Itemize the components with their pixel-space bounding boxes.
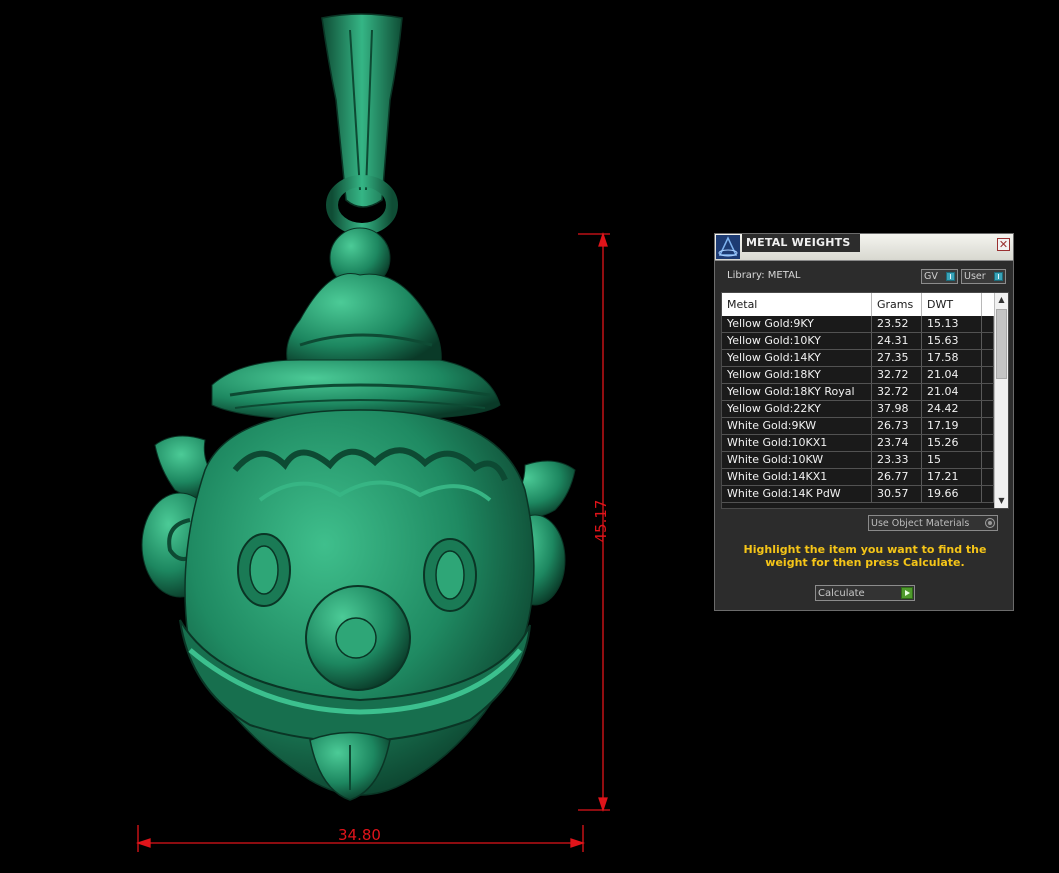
cell-metal: White Gold:10KX1	[722, 435, 872, 451]
toggle-indicator-icon	[994, 272, 1003, 281]
cell-blank	[982, 418, 994, 434]
toggle-indicator-icon	[946, 272, 955, 281]
cell-grams: 32.72	[872, 384, 922, 400]
cell-dwt: 21.04	[922, 384, 982, 400]
gv-toggle[interactable]: GV	[921, 269, 958, 284]
cell-grams: 27.35	[872, 350, 922, 366]
cell-blank	[982, 316, 994, 332]
user-label: User	[964, 271, 986, 282]
cell-metal: Yellow Gold:22KY	[722, 401, 872, 417]
cell-dwt: 21.04	[922, 367, 982, 383]
cell-grams: 26.73	[872, 418, 922, 434]
cell-dwt: 15.63	[922, 333, 982, 349]
gv-label: GV	[924, 271, 938, 282]
cell-metal: White Gold:9KW	[722, 418, 872, 434]
column-header-metal[interactable]: Metal	[722, 293, 872, 316]
metal-table: Metal Grams DWT Yellow Gold:9KY 23.52 15.1…	[721, 292, 1009, 509]
cell-grams: 37.98	[872, 401, 922, 417]
instructions-text: Highlight the item you want to find the …	[743, 543, 987, 569]
table-body: Yellow Gold:9KY 23.52 15.13 Yellow Gold:10K…	[722, 316, 994, 503]
column-header-dwt[interactable]: DWT	[922, 293, 982, 316]
table-row[interactable]: Yellow Gold:14KY 27.35 17.58	[722, 350, 994, 367]
cell-metal: White Gold:14KX1	[722, 469, 872, 485]
height-dimension-label: 45.17	[592, 499, 610, 543]
cell-grams: 26.77	[872, 469, 922, 485]
app-logo-icon	[716, 235, 740, 259]
cell-blank	[982, 350, 994, 366]
cell-blank	[982, 469, 994, 485]
column-header-blank	[982, 293, 994, 316]
table-row[interactable]: Yellow Gold:9KY 23.52 15.13	[722, 316, 994, 333]
cell-grams: 23.33	[872, 452, 922, 468]
table-row[interactable]: Yellow Gold:18KY 32.72 21.04	[722, 367, 994, 384]
scroll-down-icon[interactable]: ▼	[995, 494, 1008, 508]
width-dimension-label: 34.80	[338, 826, 381, 844]
cell-grams: 32.72	[872, 367, 922, 383]
play-arrow-icon	[901, 587, 913, 599]
table-row[interactable]: White Gold:14K PdW 30.57 19.66	[722, 486, 994, 503]
cell-blank	[982, 384, 994, 400]
cell-dwt: 17.58	[922, 350, 982, 366]
cell-blank	[982, 333, 994, 349]
table-scrollbar[interactable]: ▲ ▼	[994, 293, 1008, 508]
radio-icon	[985, 518, 995, 528]
scroll-up-icon[interactable]: ▲	[995, 293, 1008, 307]
user-toggle[interactable]: User	[961, 269, 1006, 284]
cell-dwt: 15	[922, 452, 982, 468]
cell-metal: Yellow Gold:18KY Royal	[722, 384, 872, 400]
table-header: Metal Grams DWT	[722, 293, 994, 316]
scroll-thumb[interactable]	[996, 309, 1007, 379]
cell-metal: Yellow Gold:14KY	[722, 350, 872, 366]
cell-blank	[982, 486, 994, 502]
cell-dwt: 15.13	[922, 316, 982, 332]
table-row[interactable]: White Gold:10KW 23.33 15	[722, 452, 994, 469]
use-object-materials-label: Use Object Materials	[871, 518, 970, 529]
table-row[interactable]: Yellow Gold:10KY 24.31 15.63	[722, 333, 994, 350]
table-row[interactable]: White Gold:10KX1 23.74 15.26	[722, 435, 994, 452]
calculate-label: Calculate	[818, 588, 865, 599]
cell-dwt: 17.21	[922, 469, 982, 485]
cell-blank	[982, 435, 994, 451]
table-row[interactable]: White Gold:9KW 26.73 17.19	[722, 418, 994, 435]
table-row[interactable]: Yellow Gold:22KY 37.98 24.42	[722, 401, 994, 418]
calculate-button[interactable]: Calculate	[815, 585, 915, 601]
panel-titlebar[interactable]: METAL WEIGHTS ✕	[715, 234, 1013, 261]
metal-weights-panel: METAL WEIGHTS ✕ Library: METAL GV User M…	[714, 233, 1014, 611]
cell-metal: Yellow Gold:10KY	[722, 333, 872, 349]
cell-metal: White Gold:14K PdW	[722, 486, 872, 502]
cell-metal: Yellow Gold:9KY	[722, 316, 872, 332]
cell-grams: 23.74	[872, 435, 922, 451]
table-row[interactable]: Yellow Gold:18KY Royal 32.72 21.04	[722, 384, 994, 401]
panel-title: METAL WEIGHTS	[742, 234, 860, 252]
cell-dwt: 24.42	[922, 401, 982, 417]
use-object-materials-toggle[interactable]: Use Object Materials	[868, 515, 998, 531]
library-label: Library: METAL	[727, 270, 801, 281]
cell-blank	[982, 452, 994, 468]
close-icon[interactable]: ✕	[997, 238, 1010, 251]
cell-metal: White Gold:10KW	[722, 452, 872, 468]
cell-metal: Yellow Gold:18KY	[722, 367, 872, 383]
cell-dwt: 15.26	[922, 435, 982, 451]
cell-dwt: 19.66	[922, 486, 982, 502]
table-row[interactable]: White Gold:14KX1 26.77 17.21	[722, 469, 994, 486]
cell-dwt: 17.19	[922, 418, 982, 434]
cell-grams: 30.57	[872, 486, 922, 502]
cell-blank	[982, 401, 994, 417]
cell-grams: 23.52	[872, 316, 922, 332]
cell-grams: 24.31	[872, 333, 922, 349]
column-header-grams[interactable]: Grams	[872, 293, 922, 316]
cell-blank	[982, 367, 994, 383]
